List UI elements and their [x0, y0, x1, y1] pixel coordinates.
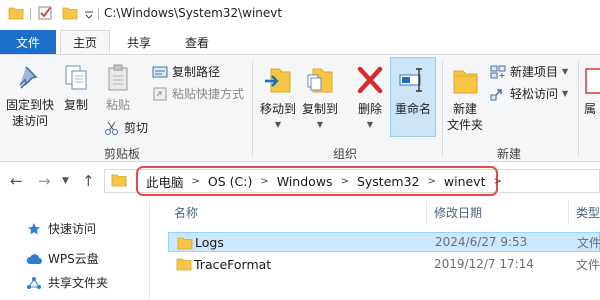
copy-to-button[interactable]: 复制到 ▼: [300, 63, 340, 133]
recent-locations-icon[interactable]: ▼: [62, 176, 69, 186]
tab-file[interactable]: 文件: [0, 30, 56, 54]
properties-button[interactable]: 属: [584, 63, 600, 117]
paste-button[interactable]: 粘贴: [98, 63, 138, 113]
window-title: C:\Windows\System32\winevt: [104, 6, 283, 20]
copy-to-icon: [305, 63, 335, 101]
breadcrumb-drive-c[interactable]: OS (C:): [208, 174, 252, 189]
pin-icon: [16, 63, 44, 97]
star-icon: [26, 222, 42, 236]
file-type: 文件: [576, 257, 600, 272]
group-divider: [442, 61, 443, 157]
easy-access-icon: [490, 87, 506, 101]
ribbon: 固定到快 速访问 复制 粘贴 复制路径 粘贴快捷方式 剪切 剪贴板 移动到 ▼ …: [0, 54, 600, 162]
new-group-label: 新建: [497, 147, 522, 161]
quick-access-dropdown-icon[interactable]: [84, 8, 94, 22]
file-date: 2019/12/7 17:14: [434, 257, 534, 271]
properties-check-icon[interactable]: [38, 6, 54, 20]
group-divider: [252, 61, 253, 157]
ribbon-tabs: 文件 主页 共享 查看: [0, 30, 600, 54]
rename-button[interactable]: 重命名: [390, 57, 436, 137]
folder-icon: [177, 236, 193, 253]
tab-home[interactable]: 主页: [60, 30, 110, 54]
chevron-right-icon[interactable]: >: [427, 176, 435, 187]
breadcrumb-winevt[interactable]: winevt: [444, 174, 486, 189]
shared-folder-icon: [26, 276, 42, 290]
new-folder-quick-icon[interactable]: [62, 6, 78, 20]
navigation-pane: 快速访问 WPS云盘 共享文件夹: [0, 200, 150, 300]
properties-icon: [584, 63, 600, 101]
delete-button[interactable]: 删除 ▼: [352, 63, 388, 133]
title-divider-2: [98, 8, 99, 20]
file-date: 2024/6/27 9:53: [435, 235, 528, 249]
back-icon[interactable]: ←: [10, 172, 23, 190]
new-folder-button[interactable]: 新建 文件夹: [444, 63, 486, 133]
breadcrumb-windows[interactable]: Windows: [277, 174, 333, 189]
file-name: Logs: [195, 234, 224, 250]
copy-path-button[interactable]: 复制路径: [152, 63, 220, 80]
clipboard-group-label: 剪贴板: [104, 147, 141, 161]
copy-button[interactable]: 复制: [60, 63, 92, 113]
delete-dropdown-icon: ▼: [366, 120, 374, 129]
file-row-logs[interactable]: Logs 2024/6/27 9:53 文件: [168, 232, 600, 252]
column-header-date[interactable]: 修改日期: [434, 204, 482, 221]
up-icon[interactable]: ↑: [82, 172, 95, 190]
folder-icon: [176, 257, 192, 274]
breadcrumb-this-pc[interactable]: 此电脑: [146, 172, 184, 191]
paste-icon: [104, 63, 132, 97]
title-divider: [30, 8, 31, 20]
scissors-icon: [104, 121, 120, 135]
column-divider[interactable]: [568, 200, 569, 224]
breadcrumb-system32[interactable]: System32: [357, 174, 420, 189]
nav-item-shared-folder[interactable]: 共享文件夹: [26, 274, 108, 291]
new-item-button[interactable]: 新建项目 ▼: [490, 63, 568, 80]
column-divider[interactable]: [426, 200, 427, 224]
paste-shortcut-icon: [152, 87, 168, 101]
move-to-button[interactable]: 移动到 ▼: [258, 63, 298, 133]
folder-icon: [8, 6, 24, 20]
chevron-right-icon[interactable]: >: [260, 176, 268, 187]
copy-path-icon: [152, 65, 168, 79]
new-item-icon: [490, 65, 506, 79]
organize-group-label: 组织: [333, 147, 358, 161]
new-item-dropdown-icon: ▼: [562, 67, 569, 76]
paste-shortcut-button[interactable]: 粘贴快捷方式: [152, 85, 244, 102]
group-divider: [578, 61, 579, 157]
new-folder-icon: [450, 63, 480, 101]
file-type: 文件: [577, 235, 600, 250]
chevron-right-icon[interactable]: >: [341, 176, 349, 187]
column-header-name[interactable]: 名称: [174, 204, 198, 221]
copy-to-dropdown-icon: ▼: [316, 120, 324, 129]
easy-access-button[interactable]: 轻松访问 ▼: [490, 85, 568, 102]
nav-item-quick-access[interactable]: 快速访问: [26, 220, 96, 237]
nav-item-wps-cloud[interactable]: WPS云盘: [26, 250, 99, 267]
chevron-right-icon[interactable]: >: [192, 176, 200, 187]
cut-button[interactable]: 剪切: [104, 119, 148, 136]
column-header-type[interactable]: 类型: [576, 204, 600, 221]
chevron-right-icon[interactable]: >: [493, 176, 501, 187]
move-to-dropdown-icon: ▼: [274, 120, 282, 129]
tab-view[interactable]: 查看: [168, 30, 226, 54]
file-row-traceformat[interactable]: TraceFormat 2019/12/7 17:14 文件: [168, 254, 600, 274]
file-name: TraceFormat: [194, 256, 272, 272]
pin-to-quick-access-button[interactable]: 固定到快 速访问: [4, 63, 56, 129]
forward-icon[interactable]: →: [38, 172, 51, 190]
address-folder-icon: [111, 173, 127, 190]
rename-icon: [398, 63, 428, 101]
delete-icon: [355, 63, 385, 101]
tab-share[interactable]: 共享: [110, 30, 168, 54]
breadcrumb: 此电脑 > OS (C:) > Windows > System32 > win…: [136, 166, 502, 196]
cloud-icon: [26, 252, 42, 266]
title-bar: C:\Windows\System32\winevt: [0, 0, 600, 28]
move-to-icon: [263, 63, 293, 101]
copy-icon: [62, 63, 90, 97]
easy-access-dropdown-icon: ▼: [562, 89, 569, 98]
